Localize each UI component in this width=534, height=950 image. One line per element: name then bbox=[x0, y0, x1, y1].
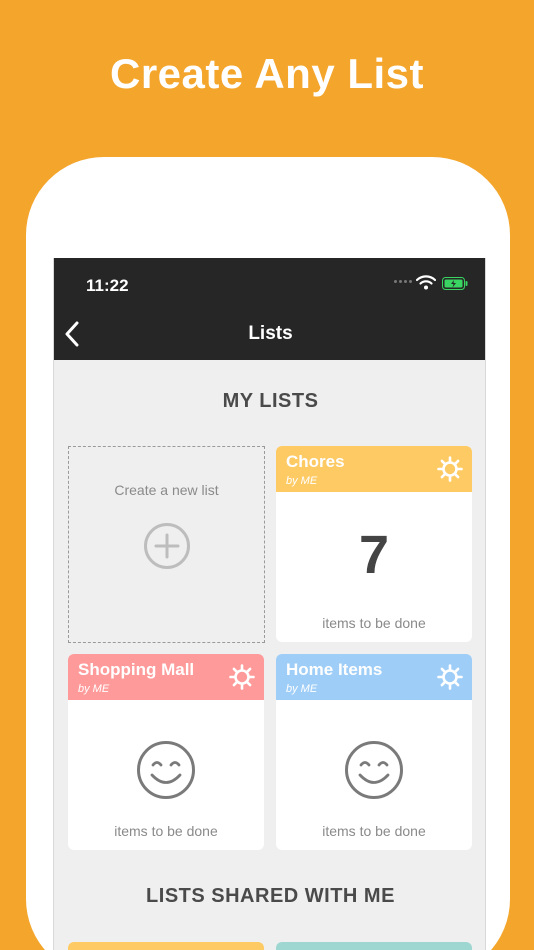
card-owner: by ME bbox=[286, 683, 318, 695]
shared-lists-heading: LISTS SHARED WITH ME bbox=[146, 885, 395, 907]
create-new-list-button[interactable]: Create a new list bbox=[68, 446, 265, 643]
items-count: 7 bbox=[358, 525, 390, 585]
status-time: 11:22 bbox=[86, 276, 129, 295]
list-card-shopping-mall[interactable]: Shopping Mall by ME items to be done bbox=[68, 654, 264, 850]
card-caption: items to be done bbox=[322, 823, 426, 839]
my-lists-heading: MY LISTS bbox=[222, 390, 319, 412]
smiley-face-icon bbox=[137, 741, 195, 799]
signal-icon bbox=[394, 280, 412, 283]
shared-list-card[interactable] bbox=[68, 942, 264, 950]
wifi-icon bbox=[416, 275, 436, 290]
list-card-chores[interactable]: Chores by ME 7 items to be done bbox=[276, 446, 472, 642]
card-title: Home Items bbox=[286, 660, 383, 679]
shared-list-card[interactable] bbox=[276, 942, 472, 950]
nav-title: Lists bbox=[248, 323, 293, 344]
card-header: Home Items by ME bbox=[276, 654, 472, 700]
card-title: Chores bbox=[286, 452, 345, 471]
create-list-label: Create a new list bbox=[114, 482, 219, 498]
card-caption: items to be done bbox=[114, 823, 218, 839]
gear-icon[interactable] bbox=[229, 664, 255, 690]
card-header: Shopping Mall by ME bbox=[68, 654, 264, 700]
card-owner: by ME bbox=[78, 683, 110, 695]
smiley-face-icon bbox=[345, 741, 403, 799]
plus-circle-icon bbox=[144, 523, 190, 569]
card-owner: by ME bbox=[286, 475, 318, 487]
gear-icon[interactable] bbox=[437, 664, 463, 690]
list-card-home-items[interactable]: Home Items by ME items to be done bbox=[276, 654, 472, 850]
status-bar: 11:22 bbox=[54, 258, 485, 308]
battery-icon bbox=[442, 277, 468, 290]
card-header: Chores by ME bbox=[276, 446, 472, 492]
gear-icon[interactable] bbox=[437, 456, 463, 482]
card-title: Shopping Mall bbox=[78, 660, 195, 679]
card-caption: items to be done bbox=[322, 615, 426, 631]
app-screen: 11:22 Lists MY LISTS Create a new list C… bbox=[53, 258, 486, 950]
navigation-bar: Lists bbox=[54, 308, 485, 360]
promo-headline: Create Any List bbox=[109, 50, 425, 97]
